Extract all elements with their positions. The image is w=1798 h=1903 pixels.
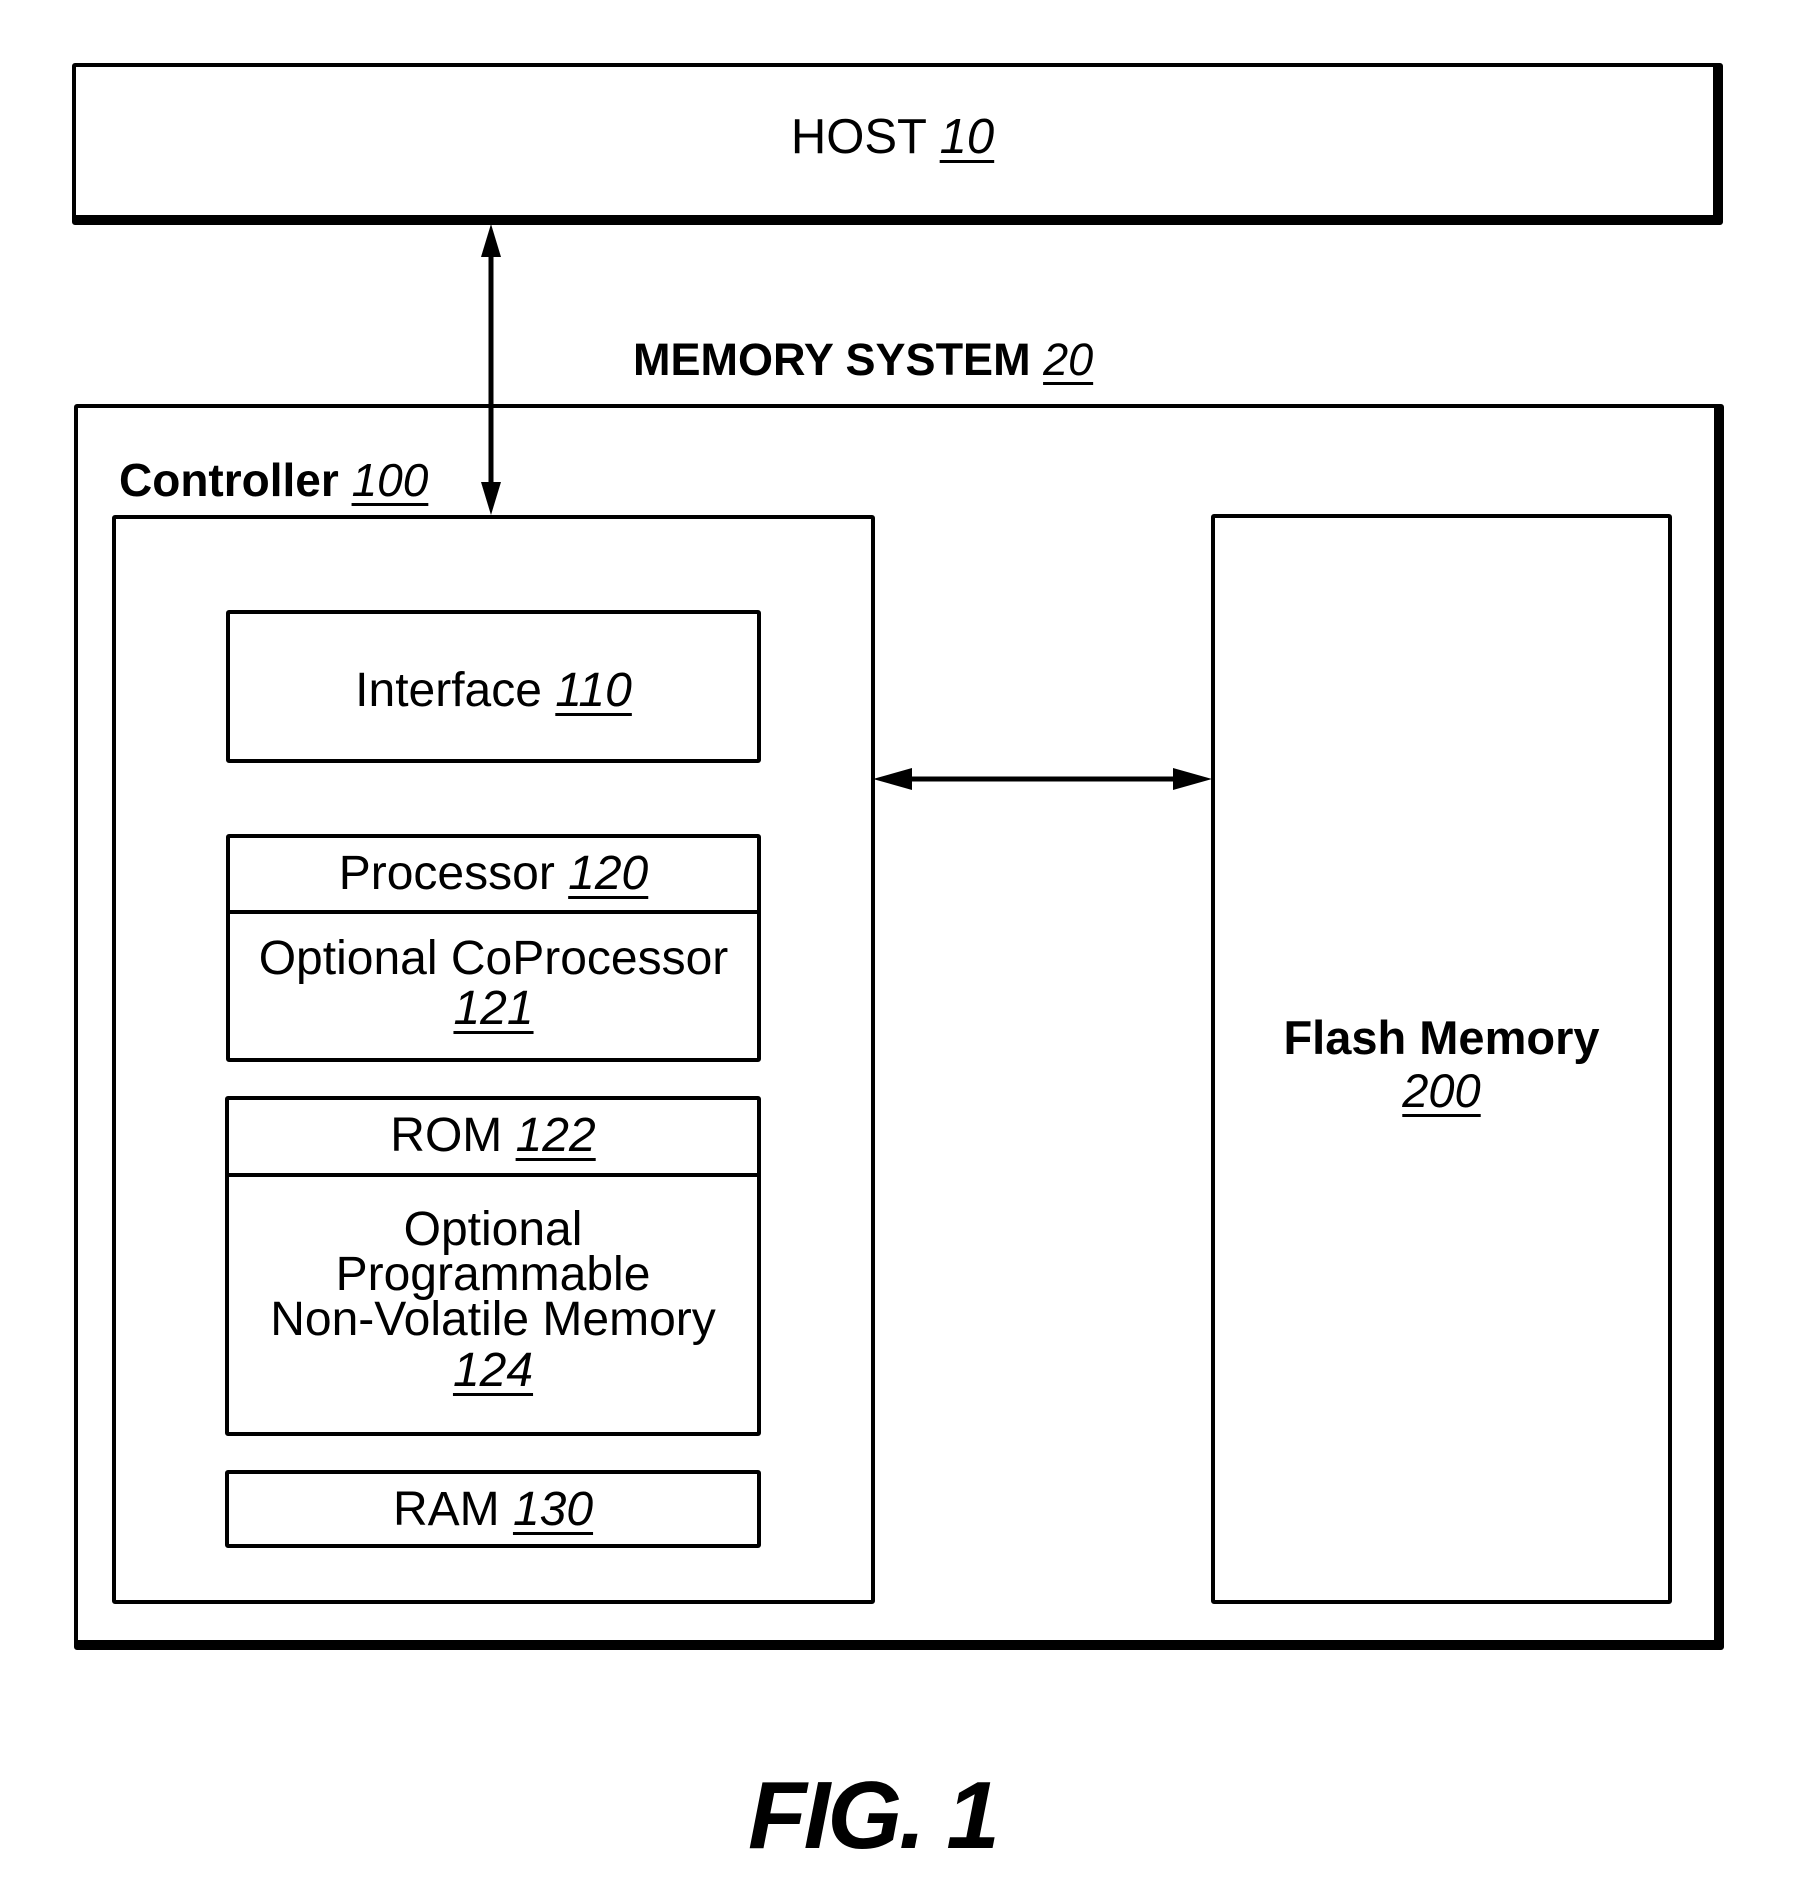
figure-caption: FIG. 1	[748, 1762, 1000, 1869]
controller-flash-arrow	[873, 768, 1212, 790]
host-controller-arrow	[481, 224, 501, 515]
arrowhead-left-icon	[873, 768, 912, 790]
arrowhead-down-icon	[481, 482, 501, 515]
arrowhead-right-icon	[1173, 768, 1212, 790]
connection-arrows	[481, 224, 1212, 790]
arrowhead-up-icon	[481, 224, 501, 257]
